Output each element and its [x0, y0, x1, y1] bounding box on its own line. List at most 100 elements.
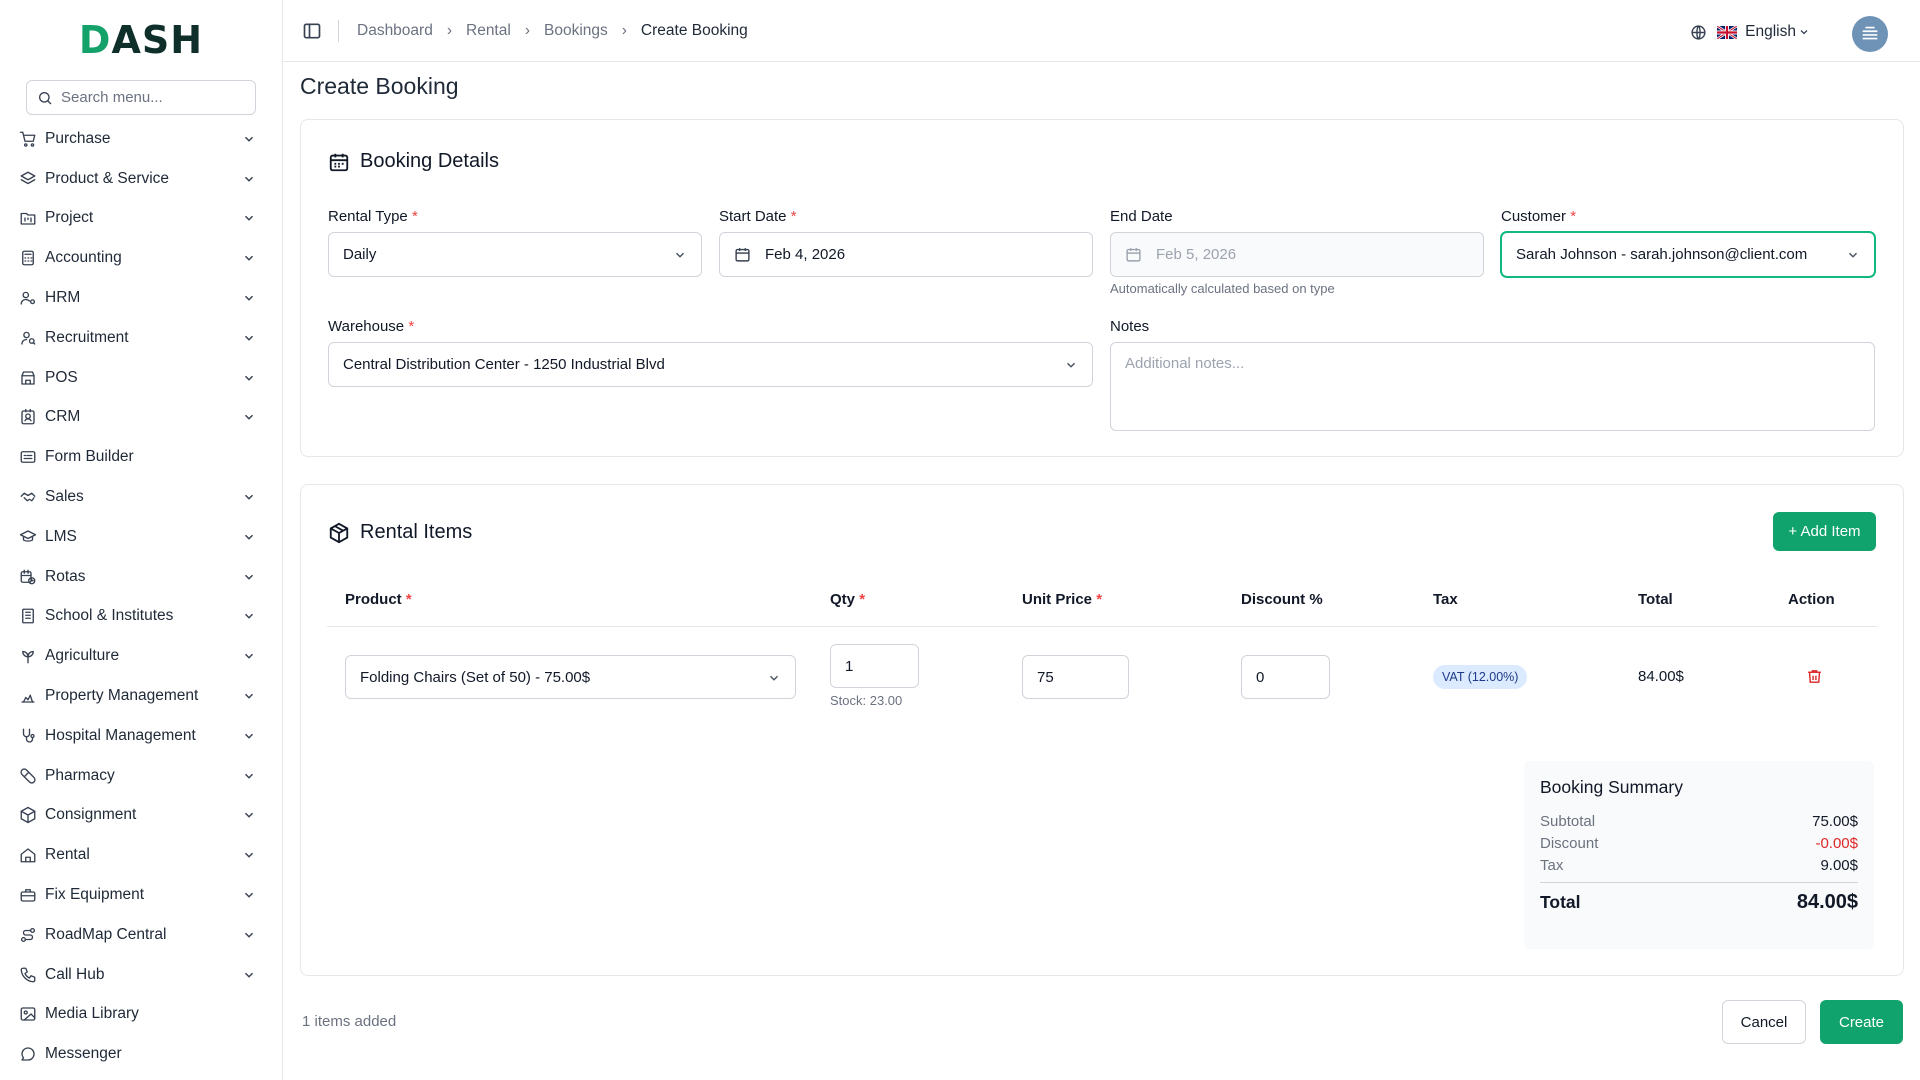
sidebar-item-form-builder[interactable]: Form Builder — [0, 437, 282, 477]
handshake-icon — [20, 492, 36, 502]
sidebar-search[interactable] — [26, 80, 256, 115]
language-label: English — [1745, 23, 1796, 40]
image-icon — [20, 1007, 36, 1022]
add-item-button[interactable]: + Add Item — [1773, 512, 1876, 551]
trash-icon[interactable] — [1806, 668, 1823, 685]
calculator-icon — [22, 250, 34, 266]
sidebar-item-project[interactable]: Project — [0, 199, 282, 239]
sidebar-item-pos[interactable]: POS — [0, 358, 282, 398]
sidebar-item-recruitment[interactable]: Recruitment — [0, 318, 282, 358]
layers-icon — [20, 171, 36, 184]
chevron-down-icon — [1066, 362, 1076, 368]
summary-divider — [1540, 882, 1858, 883]
col-total: Total — [1638, 591, 1673, 608]
sidebar-item-property-management[interactable]: Property Management — [0, 676, 282, 716]
start-date-picker[interactable]: Feb 4, 2026 — [719, 232, 1093, 277]
end-date-label: End Date — [1110, 208, 1173, 225]
sidebar-item-label: POS — [45, 368, 78, 386]
sidebar-item-product-service[interactable]: Product & Service — [0, 159, 282, 199]
sidebar-item-accounting[interactable]: Accounting — [0, 238, 282, 278]
sidebar-item-label: Sales — [45, 488, 84, 506]
discount-input[interactable]: 0 — [1241, 655, 1330, 699]
breadcrumb-rental[interactable]: Rental — [466, 22, 511, 40]
summary-total: Total 84.00$ — [1540, 891, 1858, 913]
sidebar-item-consignment[interactable]: Consignment — [0, 796, 282, 836]
sidebar-item-rental[interactable]: Rental — [0, 835, 282, 875]
sidebar-item-label: Rotas — [45, 567, 86, 585]
sidebar-item-purchase[interactable]: Purchase — [0, 119, 282, 159]
pill-icon — [20, 768, 36, 784]
unit-price-input[interactable]: 75 — [1022, 655, 1129, 699]
chevron-down-icon — [1800, 30, 1808, 35]
breadcrumb-bookings[interactable]: Bookings — [544, 22, 608, 40]
summary-subtotal: Subtotal 75.00$ — [1540, 812, 1858, 830]
sidebar-item-label: Call Hub — [45, 965, 105, 983]
product-select[interactable]: Folding Chairs (Set of 50) - 75.00$ — [345, 655, 796, 699]
breadcrumb: Dashboard › Rental › Bookings › Create B… — [357, 22, 748, 40]
sidebar-item-sales[interactable]: Sales — [0, 477, 282, 517]
language-switcher[interactable]: English — [1690, 23, 1810, 41]
graduation-cap-icon — [19, 530, 37, 542]
sidebar-item-label: Form Builder — [45, 448, 134, 466]
sidebar-item-school-institutes[interactable]: School & Institutes — [0, 597, 282, 637]
home-icon — [20, 848, 36, 863]
sidebar-item-label: Recruitment — [45, 328, 129, 346]
qty-input[interactable]: 1 — [830, 644, 919, 688]
user-avatar[interactable] — [1852, 16, 1888, 52]
chevron-down-icon — [244, 614, 254, 620]
main-content: Create Booking Booking Details Rental Ty… — [300, 62, 1904, 1044]
toolbox-icon — [20, 889, 36, 902]
chevron-down-icon — [244, 335, 254, 341]
logo[interactable]: DASH — [0, 0, 282, 80]
search-menu-input[interactable] — [61, 89, 251, 106]
sidebar-toggle-icon[interactable] — [302, 21, 322, 41]
sprout-icon — [22, 651, 34, 664]
rental-items-title: Rental Items — [328, 521, 472, 544]
sidebar-item-media-library[interactable]: Media Library — [0, 995, 282, 1035]
rental-items-card: Rental Items + Add Item Product * Qty * … — [300, 484, 1904, 976]
chevron-down-icon — [244, 813, 254, 819]
booking-details-title: Booking Details — [328, 150, 499, 173]
calendar-icon — [735, 248, 750, 262]
sidebar-item-fix-equipment[interactable]: Fix Equipment — [0, 875, 282, 915]
sidebar: DASH Purchase Product & Service Project Acc… — [0, 0, 283, 1080]
sidebar-item-roadmap-central[interactable]: RoadMap Central — [0, 915, 282, 955]
create-button[interactable]: Create — [1820, 1000, 1903, 1044]
summary-title: Booking Summary — [1540, 777, 1683, 797]
globe-icon — [1691, 24, 1706, 40]
sidebar-item-hrm[interactable]: HRM — [0, 278, 282, 318]
sidebar-item-hospital-management[interactable]: Hospital Management — [0, 716, 282, 756]
summary-discount: Discount -0.00$ — [1540, 834, 1858, 852]
sidebar-item-messenger[interactable]: Messenger — [0, 1034, 282, 1074]
cancel-button[interactable]: Cancel — [1722, 1000, 1806, 1044]
rental-type-select[interactable]: Daily — [328, 232, 702, 277]
chevron-right-icon: › — [446, 21, 452, 39]
warehouse-label: Warehouse * — [328, 318, 415, 335]
chevron-down-icon — [244, 375, 254, 381]
sidebar-item-crm[interactable]: CRM — [0, 398, 282, 438]
search-icon — [39, 91, 52, 104]
page-title: Create Booking — [300, 73, 459, 99]
chevron-down-icon — [1848, 252, 1858, 258]
sidebar-item-lms[interactable]: LMS — [0, 517, 282, 557]
uk-flag-icon — [1717, 25, 1738, 39]
sidebar-item-agriculture[interactable]: Agriculture — [0, 636, 282, 676]
sidebar-item-label: RoadMap Central — [45, 925, 167, 943]
chevron-down-icon — [244, 295, 254, 301]
warehouse-value: Central Distribution Center - 1250 Indus… — [343, 356, 665, 373]
warehouse-select[interactable]: Central Distribution Center - 1250 Indus… — [328, 342, 1093, 387]
chevron-down-icon — [244, 176, 254, 182]
start-date-value: Feb 4, 2026 — [765, 246, 846, 263]
breadcrumb-dashboard[interactable]: Dashboard — [357, 22, 433, 40]
sidebar-item-label: Fix Equipment — [45, 886, 145, 904]
row-total: 84.00$ — [1638, 668, 1684, 685]
sidebar-item-pharmacy[interactable]: Pharmacy — [0, 756, 282, 796]
sidebar-item-label: Purchase — [45, 129, 111, 147]
sidebar-item-call-hub[interactable]: Call Hub — [0, 955, 282, 995]
sidebar-item-label: Consignment — [45, 806, 137, 824]
sidebar-item-rotas[interactable]: Rotas — [0, 557, 282, 597]
sidebar-item-label: Accounting — [45, 249, 122, 267]
notes-textarea[interactable]: Additional notes... — [1110, 342, 1875, 431]
customer-select[interactable]: Sarah Johnson - sarah.johnson@client.com — [1501, 232, 1875, 277]
sidebar-item-label: School & Institutes — [45, 607, 174, 625]
